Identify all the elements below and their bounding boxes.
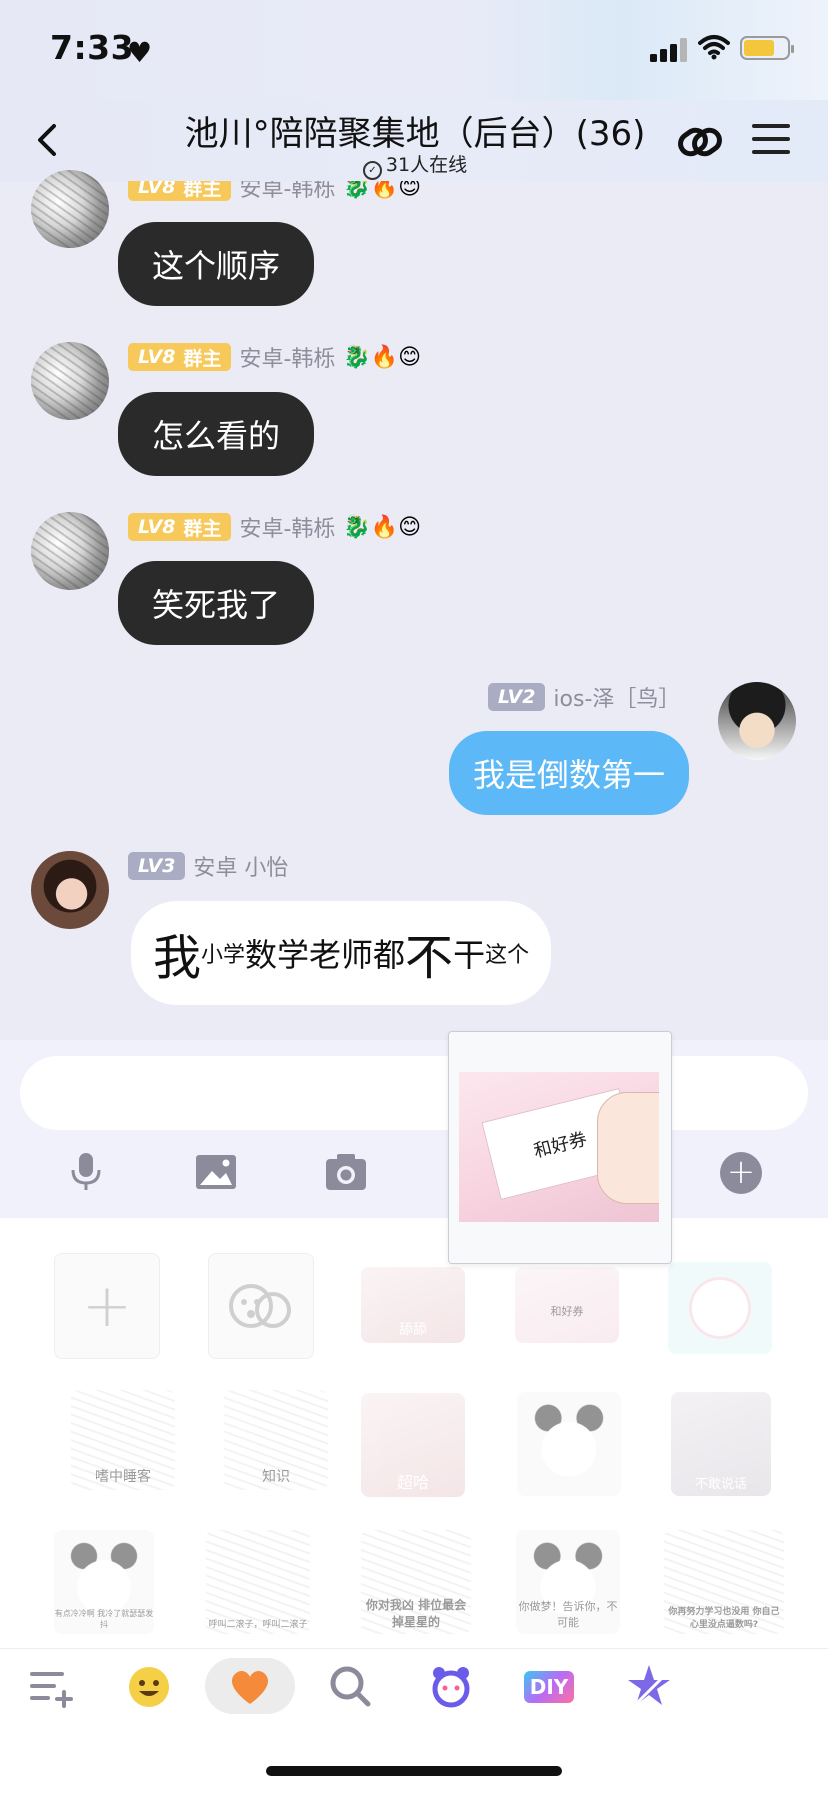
coupon-text: 和好券 — [531, 1128, 590, 1163]
wifi-icon — [698, 35, 730, 60]
add-sticker-button[interactable]: + — [54, 1253, 160, 1359]
emoji-faces-icon — [229, 1284, 291, 1328]
level-badge: LV8 群主 — [128, 343, 232, 371]
role-text: 群主 — [183, 347, 222, 370]
sticker[interactable]: 和好券 — [515, 1267, 619, 1343]
online-count: ✓ 31人在线 — [170, 150, 660, 180]
level-text: LV2 — [498, 686, 536, 708]
message-text-part: 我 — [153, 930, 202, 986]
sender-info: LV2 ios-泽［鸟］ — [488, 682, 680, 712]
back-icon[interactable] — [28, 118, 68, 162]
sticker-caption: 知识 — [262, 1469, 290, 1485]
message-bubble[interactable]: 我小学 数学老师都不干这个 — [131, 901, 552, 1005]
sender-name: 安卓-韩栎 — [239, 347, 336, 372]
sticker-caption: 呼叫二滚子，呼叫二滚子 — [208, 1620, 308, 1630]
search-icon[interactable] — [324, 1660, 378, 1714]
sticker-caption: 和好券 — [550, 1305, 584, 1318]
sticker-caption: 嗜中睡客 — [95, 1469, 151, 1485]
sender-info: LV8 群主 安卓-韩栎 🐉🔥😊 — [128, 342, 421, 372]
sticker-caption: 舔舔 — [399, 1322, 427, 1338]
smiley-icon[interactable] — [122, 1660, 176, 1714]
battery-icon — [740, 36, 794, 60]
role-text: 群主 — [183, 517, 222, 540]
magic-wand-icon[interactable] — [622, 1660, 676, 1714]
emoji-tags: 🐉🔥😊 — [343, 344, 422, 370]
microphone-icon[interactable] — [64, 1150, 108, 1194]
favorites-heart-icon[interactable] — [223, 1660, 277, 1714]
message-input[interactable] — [20, 1056, 808, 1130]
sender-name: ios-泽［鸟］ — [553, 687, 681, 712]
character-sticker-icon[interactable] — [424, 1660, 478, 1714]
emoji-tags: 🐉🔥😊 — [343, 514, 422, 540]
plus-icon: + — [81, 1271, 133, 1341]
home-indicator — [266, 1766, 562, 1776]
message-text-part: 干 — [453, 936, 486, 974]
message-bubble[interactable]: 怎么看的 — [118, 392, 315, 476]
message-text-part: 这个 — [485, 943, 530, 968]
sticker-caption: 有点冷冷啊 我冷了就瑟瑟发抖 — [54, 1609, 154, 1629]
level-text: LV3 — [138, 855, 176, 877]
sticker-caption: 你对我凶 排位最会掉星星的 — [365, 1598, 467, 1629]
image-icon[interactable] — [194, 1150, 238, 1194]
sticker[interactable] — [517, 1392, 621, 1496]
sticker-preview-popup[interactable]: 和好券 — [448, 1031, 672, 1264]
avatar[interactable] — [31, 342, 109, 420]
sticker-caption: 你再努力学习也没用 你自己心里没点逼数吗? — [668, 1607, 780, 1630]
cellular-signal-icon — [650, 38, 690, 62]
sticker[interactable]: 你再努力学习也没用 你自己心里没点逼数吗? — [664, 1530, 784, 1634]
sticker-preview-image: 和好券 — [459, 1072, 659, 1222]
message-text-part: 数学老师都 — [245, 936, 406, 974]
sticker[interactable]: 嗜中睡客 — [71, 1390, 175, 1490]
sticker[interactable] — [668, 1262, 772, 1354]
level-badge: LV8 群主 — [128, 513, 232, 541]
diy-icon[interactable]: DIY — [522, 1660, 576, 1714]
group-title: 池川°陪陪聚集地（后台）(36) — [184, 114, 646, 154]
sticker[interactable]: 呼叫二滚子，呼叫二滚子 — [206, 1530, 310, 1634]
message-text-part: 不 — [405, 930, 454, 986]
message-bubble[interactable]: 这个顺序 — [118, 222, 315, 306]
heart-icon: ♥ — [127, 36, 153, 69]
menu-icon[interactable] — [752, 122, 790, 156]
sender-info: LV8 群主 安卓-韩栎 🐉🔥😊 — [128, 512, 421, 542]
camera-icon[interactable] — [324, 1150, 368, 1194]
sticker[interactable]: 你对我凶 排位最会掉星星的 — [361, 1530, 471, 1634]
sticker-caption: 超哈 — [396, 1473, 429, 1492]
message-bubble[interactable]: 笑死我了 — [118, 561, 315, 645]
hand-drawing — [597, 1092, 659, 1204]
avatar[interactable] — [718, 682, 796, 760]
level-text: LV8 — [138, 516, 176, 538]
sender-name: 安卓-韩栎 — [239, 517, 336, 542]
sticker-manage-button[interactable] — [208, 1253, 314, 1359]
sticker[interactable]: 舔舔 — [361, 1267, 465, 1343]
sticker[interactable]: 知识 — [224, 1390, 328, 1490]
level-badge: LV3 — [128, 852, 186, 880]
online-count-text: 31人在线 — [385, 154, 468, 176]
sticker[interactable]: 你做梦！告诉你，不可能 — [516, 1530, 620, 1634]
sticker[interactable]: 不敢说话 — [671, 1392, 771, 1496]
check-circle-icon: ✓ — [362, 161, 382, 180]
avatar[interactable] — [31, 170, 109, 248]
status-time: 7:33 — [50, 28, 135, 67]
sender-info: LV3 安卓 小怡 — [128, 851, 288, 881]
link-icon[interactable] — [676, 118, 724, 166]
sticker-caption: 不敢说话 — [694, 1477, 747, 1492]
sticker-list-add-icon[interactable] — [24, 1660, 78, 1714]
sender-name: 安卓 小怡 — [193, 856, 289, 881]
avatar[interactable] — [31, 851, 109, 929]
diy-label: DIY — [523, 1671, 575, 1703]
sticker[interactable]: 超哈 — [361, 1393, 465, 1497]
message-text-part: 小学 — [201, 943, 246, 968]
sticker-caption: 你做梦！告诉你，不可能 — [518, 1600, 618, 1629]
sticker[interactable]: 有点冷冷啊 我冷了就瑟瑟发抖 — [54, 1530, 154, 1634]
level-text: LV8 — [138, 346, 176, 368]
add-more-button[interactable]: + — [720, 1152, 762, 1194]
avatar[interactable] — [31, 512, 109, 590]
level-badge: LV2 — [488, 683, 546, 711]
message-bubble[interactable]: 我是倒数第一 — [449, 731, 690, 815]
